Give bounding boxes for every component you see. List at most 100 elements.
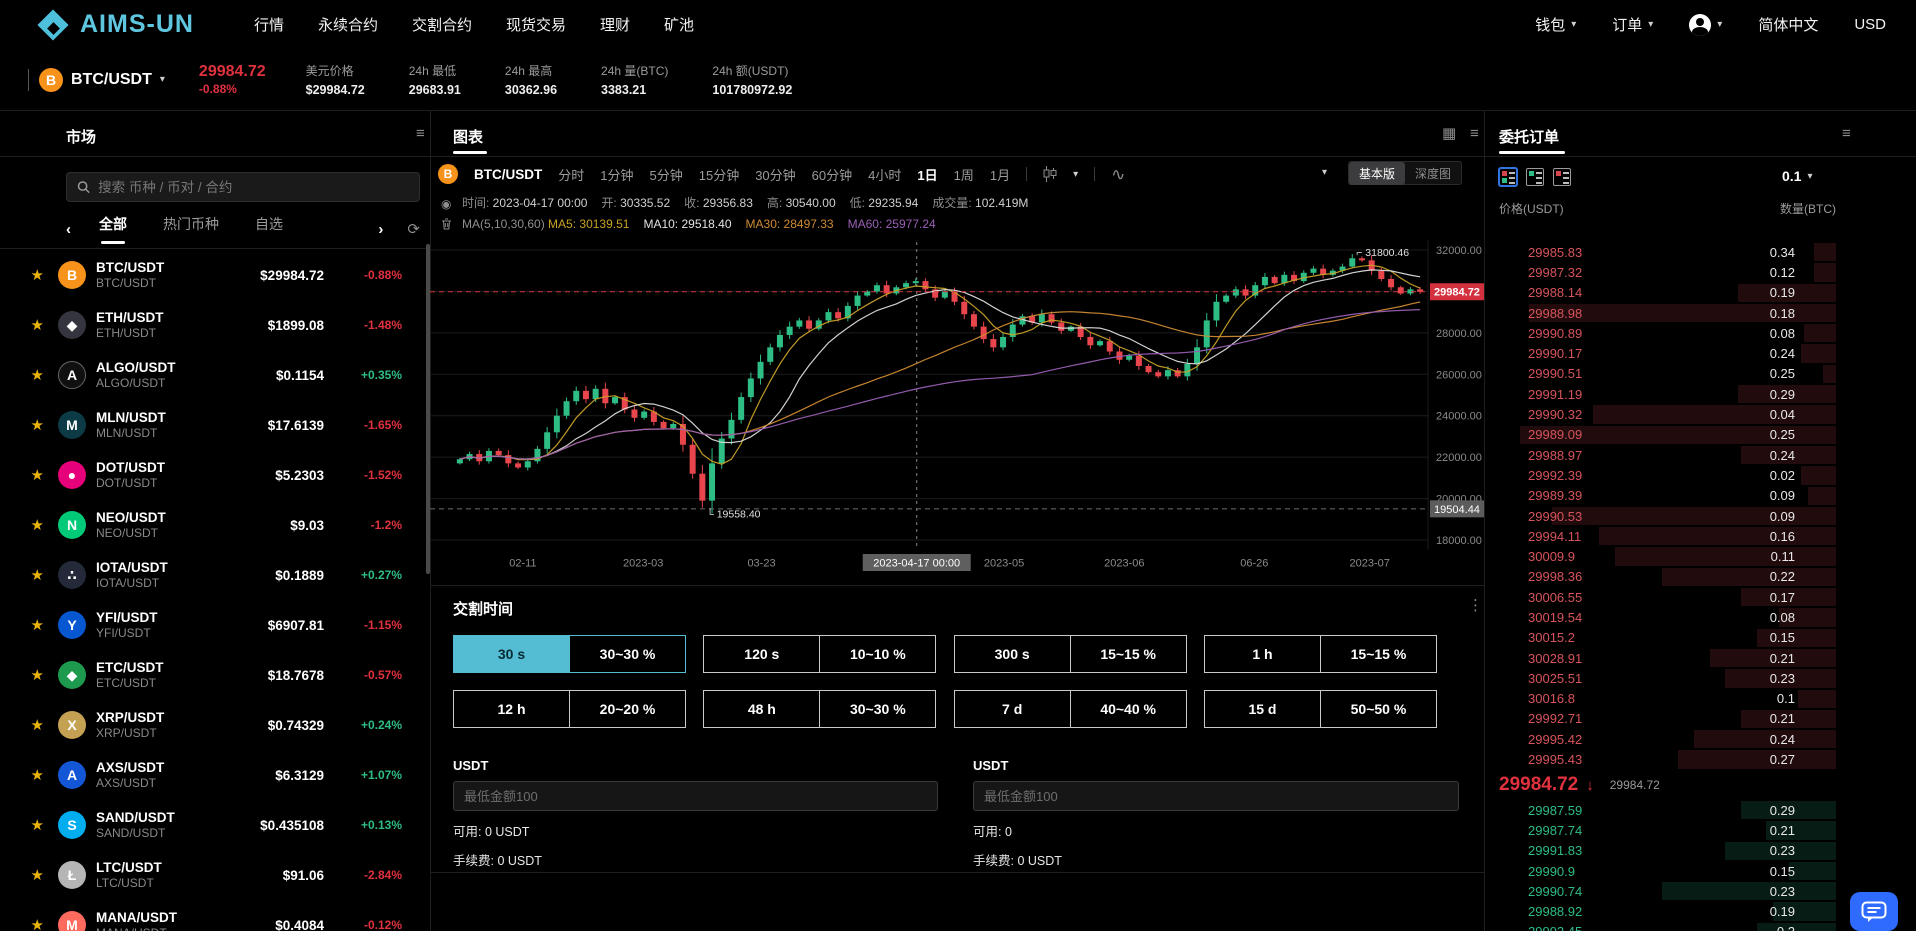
line-chart-icon[interactable]: ∿: [1111, 166, 1125, 183]
orderbook-row[interactable]: 29990.170.24: [1499, 343, 1836, 363]
orderbook-row[interactable]: 29990.530.09: [1499, 506, 1836, 526]
view-both-icon[interactable]: [1499, 168, 1517, 186]
orderbook-row[interactable]: 29987.590.29: [1499, 800, 1836, 820]
market-tab-自选[interactable]: 自选: [255, 214, 283, 244]
account-menu[interactable]: ▾: [1689, 14, 1722, 36]
nav-item-理财[interactable]: 理财: [600, 14, 630, 35]
market-menu-icon[interactable]: ≡: [416, 126, 425, 141]
coin-row-LTC/USDT[interactable]: ★ŁLTC/USDTLTC/USDT$91.06-2.84%: [0, 850, 430, 900]
timeframe-60分钟[interactable]: 60分钟: [812, 165, 852, 184]
orderbook-row[interactable]: 29992.390.02: [1499, 465, 1836, 485]
candlestick-style-icon[interactable]: [1043, 166, 1057, 182]
orderbook-row[interactable]: 29990.510.25: [1499, 364, 1836, 384]
pair-selector[interactable]: B BTC/USDT ▾: [39, 68, 165, 92]
star-icon[interactable]: ★: [0, 616, 44, 634]
view-bids-icon[interactable]: [1526, 168, 1544, 186]
timeframe-1日[interactable]: 1日: [917, 165, 937, 184]
refresh-icon[interactable]: ⟳: [407, 222, 420, 237]
star-icon[interactable]: ★: [0, 316, 44, 334]
orderbook-row[interactable]: 29985.830.34: [1499, 242, 1836, 262]
orderbook-row[interactable]: 29988.140.19: [1499, 283, 1836, 303]
coin-row-ETC/USDT[interactable]: ★◆ETC/USDTETC/USDT$18.7678-0.57%: [0, 650, 430, 700]
nav-item-矿池[interactable]: 矿池: [664, 14, 694, 35]
language-selector[interactable]: 简体中文: [1758, 14, 1818, 35]
layout-grid-icon[interactable]: ▦: [1442, 126, 1456, 141]
delivery-option-1h[interactable]: 1 h15~15 %: [1204, 635, 1437, 673]
nav-item-行情[interactable]: 行情: [254, 14, 284, 35]
orderbook-row[interactable]: 30025.510.23: [1499, 668, 1836, 688]
orderbook-row[interactable]: 30015.20.15: [1499, 628, 1836, 648]
market-tab-热门币种[interactable]: 热门币种: [163, 214, 219, 244]
coin-row-ETH/USDT[interactable]: ★◆ETH/USDTETH/USDT$1899.08-1.48%: [0, 300, 430, 350]
delivery-option-12h[interactable]: 12 h20~20 %: [453, 690, 686, 728]
star-icon[interactable]: ★: [0, 816, 44, 834]
view-asks-icon[interactable]: [1553, 168, 1571, 186]
delivery-option-120s[interactable]: 120 s10~10 %: [703, 635, 936, 673]
orderbook-row[interactable]: 29988.920.19: [1499, 901, 1836, 921]
timeframe-4小时[interactable]: 4小时: [868, 165, 901, 184]
coin-row-DOT/USDT[interactable]: ★●DOT/USDTDOT/USDT$5.2303-1.52%: [0, 450, 430, 500]
delivery-menu-icon[interactable]: ⋮: [1468, 598, 1483, 613]
coin-row-XRP/USDT[interactable]: ★XXRP/USDTXRP/USDT$0.74329+0.24%: [0, 700, 430, 750]
coin-row-ALGO/USDT[interactable]: ★AALGO/USDTALGO/USDT$0.1154+0.35%: [0, 350, 430, 400]
star-icon[interactable]: ★: [0, 716, 44, 734]
orderbook-row[interactable]: 29990.90.15: [1499, 861, 1836, 881]
coin-row-IOTA/USDT[interactable]: ★∴IOTA/USDTIOTA/USDT$0.1889+0.27%: [0, 550, 430, 600]
delivery-option-30s[interactable]: 30 s30~30 %: [453, 635, 686, 673]
orderbook-row[interactable]: 29989.390.09: [1499, 486, 1836, 506]
star-icon[interactable]: ★: [0, 566, 44, 584]
chat-support-button[interactable]: [1850, 892, 1898, 931]
view-basic-button[interactable]: 基本版: [1349, 162, 1405, 185]
orderbook-row[interactable]: 29990.320.04: [1499, 404, 1836, 424]
orderbook-row[interactable]: 29988.970.24: [1499, 445, 1836, 465]
precision-selector[interactable]: 0.1 ▾: [1782, 168, 1813, 184]
delivery-option-300s[interactable]: 300 s15~15 %: [954, 635, 1187, 673]
orderbook-row[interactable]: 29988.980.18: [1499, 303, 1836, 323]
star-icon[interactable]: ★: [0, 666, 44, 684]
timeframe-30分钟[interactable]: 30分钟: [755, 165, 795, 184]
orderbook-row[interactable]: 30006.550.17: [1499, 587, 1836, 607]
coin-row-NEO/USDT[interactable]: ★NNEO/USDTNEO/USDT$9.03-1.2%: [0, 500, 430, 550]
market-tab-全部[interactable]: 全部: [99, 214, 127, 244]
coin-row-YFI/USDT[interactable]: ★YYFI/USDTYFI/USDT$6907.81-1.15%: [0, 600, 430, 650]
star-icon[interactable]: ★: [0, 916, 44, 931]
orderbook-row[interactable]: 29994.110.16: [1499, 526, 1836, 546]
orders-menu[interactable]: 订单 ▾: [1612, 14, 1653, 35]
amount-input[interactable]: [984, 789, 1448, 804]
star-icon[interactable]: ★: [0, 416, 44, 434]
currency-selector[interactable]: USD: [1854, 16, 1886, 33]
coin-row-BTC/USDT[interactable]: ★BBTC/USDTBTC/USDT$29984.72-0.88%: [0, 250, 430, 300]
delivery-option-7d[interactable]: 7 d40~40 %: [954, 690, 1187, 728]
logo[interactable]: AIMS-UN: [38, 10, 194, 40]
star-icon[interactable]: ★: [0, 266, 44, 284]
timeframe-15分钟[interactable]: 15分钟: [699, 165, 739, 184]
orderbook-row[interactable]: 29989.090.25: [1499, 425, 1836, 445]
orderbook-row[interactable]: 30028.910.21: [1499, 648, 1836, 668]
star-icon[interactable]: ★: [0, 766, 44, 784]
delivery-option-48h[interactable]: 48 h30~30 %: [703, 690, 936, 728]
orderbook-row[interactable]: 29992.450.2: [1499, 922, 1836, 931]
orderbook-menu-icon[interactable]: ≡: [1842, 126, 1851, 141]
timeframe-1月[interactable]: 1月: [990, 165, 1010, 184]
star-icon[interactable]: ★: [0, 366, 44, 384]
chevron-left-icon[interactable]: ‹: [66, 222, 71, 237]
delivery-option-15d[interactable]: 15 d50~50 %: [1204, 690, 1437, 728]
search-input[interactable]: [98, 180, 409, 195]
timeframe-分时[interactable]: 分时: [558, 165, 584, 184]
chevron-down-icon[interactable]: ▾: [1073, 169, 1078, 180]
orderbook-row[interactable]: 30016.80.1: [1499, 689, 1836, 709]
amount-input[interactable]: [464, 789, 927, 804]
orderbook-row[interactable]: 30009.90.11: [1499, 546, 1836, 566]
timeframe-1分钟[interactable]: 1分钟: [600, 165, 633, 184]
coin-row-AXS/USDT[interactable]: ★AAXS/USDTAXS/USDT$6.3129+1.07%: [0, 750, 430, 800]
chevron-right-icon[interactable]: ›: [378, 222, 383, 237]
orderbook-row[interactable]: 29995.420.24: [1499, 729, 1836, 749]
orderbook-row[interactable]: 29992.710.21: [1499, 709, 1836, 729]
chevron-down-icon[interactable]: ▾: [1322, 167, 1327, 178]
star-icon[interactable]: ★: [0, 466, 44, 484]
coin-row-SAND/USDT[interactable]: ★SSAND/USDTSAND/USDT$0.435108+0.13%: [0, 800, 430, 850]
orderbook-row[interactable]: 29991.830.23: [1499, 841, 1836, 861]
chart-tab[interactable]: 图表: [453, 126, 483, 147]
star-icon[interactable]: ★: [0, 866, 44, 884]
orderbook-row[interactable]: 29990.740.23: [1499, 881, 1836, 901]
